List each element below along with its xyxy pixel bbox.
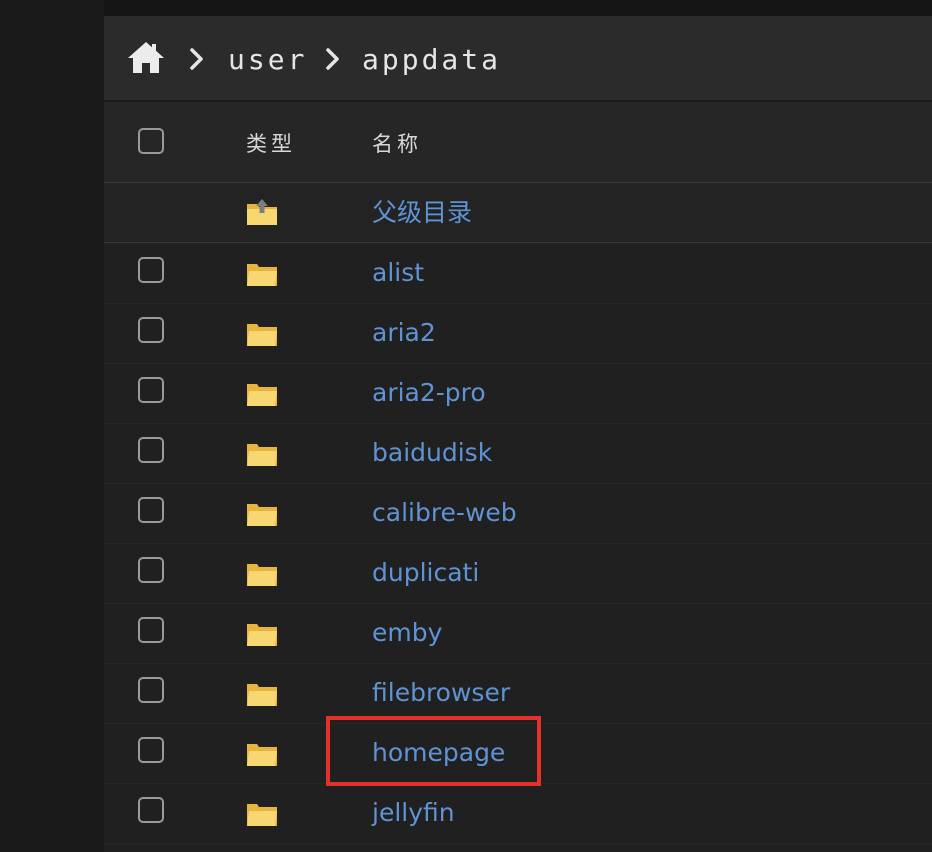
breadcrumb-item-user[interactable]: user: [228, 40, 307, 80]
folder-link[interactable]: aria2: [372, 316, 436, 350]
folder-icon: [246, 741, 278, 767]
folder-icon: [246, 261, 278, 287]
table-row[interactable]: jellyfin: [104, 784, 932, 844]
table-row[interactable]: alist: [104, 244, 932, 304]
table-row[interactable]: duplicati: [104, 544, 932, 604]
folder-link[interactable]: duplicati: [372, 556, 479, 590]
row-checkbox[interactable]: [138, 557, 164, 583]
row-checkbox[interactable]: [138, 317, 164, 343]
table-row[interactable]: homepage: [104, 724, 932, 784]
row-checkbox[interactable]: [138, 737, 164, 763]
row-checkbox[interactable]: [138, 797, 164, 823]
chevron-right-icon: [324, 48, 342, 70]
table-row[interactable]: baidudisk: [104, 424, 932, 484]
folder-icon: [246, 561, 278, 587]
table-row[interactable]: filebrowser: [104, 664, 932, 724]
table-row[interactable]: emby: [104, 604, 932, 664]
left-gutter: [0, 0, 104, 852]
table-header: 类型 名称: [104, 102, 932, 183]
folder-icon: [246, 801, 278, 827]
folder-icon: [246, 621, 278, 647]
column-header-name[interactable]: 名称: [372, 128, 422, 158]
select-all-checkbox[interactable]: [138, 128, 164, 154]
column-header-type[interactable]: 类型: [246, 128, 296, 158]
breadcrumb: user appdata: [104, 16, 932, 102]
top-strip: [104, 0, 932, 16]
folder-link[interactable]: jellyfin: [372, 796, 455, 830]
folder-icon: [246, 681, 278, 707]
chevron-right-icon: [188, 48, 206, 70]
table-row[interactable]: aria2: [104, 304, 932, 364]
home-icon[interactable]: [126, 38, 166, 78]
parent-folder-icon: [246, 198, 278, 225]
next-row-peek: [104, 846, 932, 852]
row-checkbox[interactable]: [138, 377, 164, 403]
table-row[interactable]: aria2-pro: [104, 364, 932, 424]
folder-link[interactable]: baidudisk: [372, 436, 492, 470]
folder-link[interactable]: filebrowser: [372, 676, 510, 710]
folder-link[interactable]: calibre-web: [372, 496, 517, 530]
folder-icon: [246, 321, 278, 347]
row-checkbox[interactable]: [138, 617, 164, 643]
row-checkbox[interactable]: [138, 677, 164, 703]
row-checkbox[interactable]: [138, 437, 164, 463]
parent-directory-row[interactable]: 父级目录: [104, 183, 932, 243]
folder-icon: [246, 381, 278, 407]
table-row[interactable]: calibre-web: [104, 484, 932, 544]
breadcrumb-item-appdata[interactable]: appdata: [362, 40, 501, 80]
parent-directory-link[interactable]: 父级目录: [372, 196, 472, 230]
folder-icon: [246, 501, 278, 527]
folder-link[interactable]: alist: [372, 256, 424, 290]
folder-link[interactable]: aria2-pro: [372, 376, 486, 410]
row-checkbox[interactable]: [138, 497, 164, 523]
file-browser-panel: user appdata 类型 名称 父级目录 alist aria2 aria…: [104, 16, 932, 852]
folder-icon: [246, 441, 278, 467]
folder-link[interactable]: emby: [372, 616, 442, 650]
folder-link[interactable]: homepage: [372, 736, 505, 770]
row-checkbox[interactable]: [138, 257, 164, 283]
